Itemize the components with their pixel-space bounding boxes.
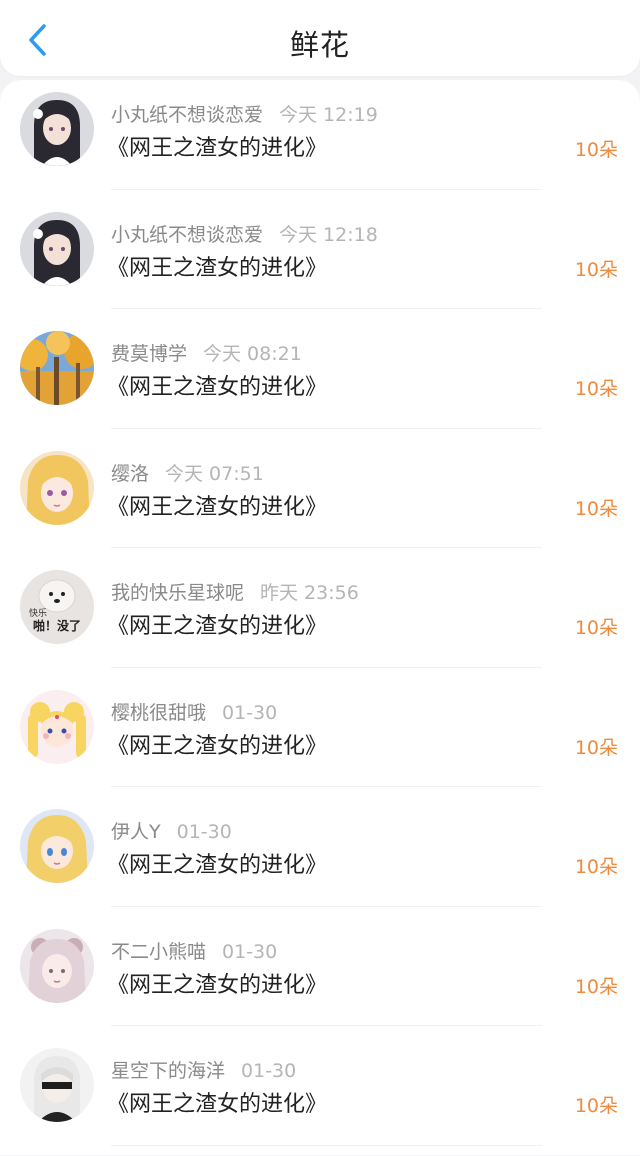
book-title[interactable]: 《网王之渣女的进化》: [107, 250, 327, 282]
timestamp: 01-30: [222, 940, 278, 963]
avatar[interactable]: 快乐 啪！没了: [20, 570, 94, 644]
divider: [111, 547, 542, 548]
flower-count: 10朵: [574, 497, 618, 520]
book-title[interactable]: 《网王之渣女的进化》: [107, 967, 327, 999]
timestamp: 今天 12:18: [279, 223, 378, 246]
divider: [111, 786, 542, 787]
username[interactable]: 不二小熊喵: [111, 941, 206, 963]
flower-count: 10朵: [574, 975, 618, 998]
item-meta: 缨洛 今天 07:51: [111, 459, 264, 486]
divider: [111, 1025, 542, 1026]
timestamp: 今天 08:21: [203, 343, 302, 365]
item-meta: 伊人Y 01-30: [111, 817, 232, 844]
book-title[interactable]: 《网王之渣女的进化》: [107, 608, 327, 640]
divider: [111, 905, 542, 907]
avatar[interactable]: [20, 1048, 94, 1122]
timestamp: 今天 07:51: [165, 462, 264, 485]
list-item[interactable]: 樱桃很甜哦 01-30 《网王之渣女的进化》 10朵: [0, 678, 640, 798]
timestamp: 01-30: [222, 701, 278, 724]
timestamp: 01-30: [176, 821, 232, 843]
username[interactable]: 我的快乐星球呢: [111, 582, 244, 604]
flower-count: 10朵: [574, 139, 618, 161]
list-item[interactable]: 伊人Y 01-30 《网王之渣女的进化》 10朵: [0, 797, 640, 917]
avatar[interactable]: [20, 928, 94, 1003]
item-meta: 我的快乐星球呢 昨天 23:56: [111, 578, 359, 605]
item-meta: 费莫博学 今天 08:21: [111, 339, 302, 366]
flower-count: 10朵: [574, 378, 618, 400]
list-item[interactable]: 不二小熊喵 01-30 《网王之渣女的进化》 10朵: [0, 917, 640, 1037]
divider: [111, 308, 542, 309]
header: 鲜花: [0, 0, 640, 76]
book-title[interactable]: 《网王之渣女的进化》: [107, 489, 327, 521]
username[interactable]: 费莫博学: [111, 343, 187, 365]
item-meta: 小丸纸不想谈恋爱 今天 12:19: [111, 100, 378, 127]
book-title[interactable]: 《网王之渣女的进化》: [107, 369, 327, 401]
timestamp: 01-30: [241, 1060, 297, 1082]
book-title[interactable]: 《网王之渣女的进化》: [107, 1086, 327, 1118]
avatar[interactable]: [20, 211, 94, 286]
divider: [111, 666, 542, 668]
flower-count: 10朵: [574, 1095, 618, 1117]
list-item[interactable]: 小丸纸不想谈恋爱 今天 12:18 《网王之渣女的进化》 10朵: [0, 200, 640, 320]
book-title[interactable]: 《网王之渣女的进化》: [107, 728, 327, 760]
divider: [111, 188, 542, 190]
username[interactable]: 星空下的海洋: [111, 1060, 225, 1082]
username[interactable]: 伊人Y: [111, 821, 161, 843]
page-title: 鲜花: [289, 28, 350, 62]
flower-count: 10朵: [574, 258, 618, 281]
avatar-caption: 快乐: [29, 607, 47, 619]
flower-list: 小丸纸不想谈恋爱 今天 12:19 《网王之渣女的进化》 10朵 小丸纸不想谈恋爱…: [0, 80, 640, 1155]
list-item[interactable]: 费莫博学 今天 08:21 《网王之渣女的进化》 10朵: [0, 319, 640, 439]
list-item[interactable]: 星空下的海洋 01-30 《网王之渣女的进化》 10朵: [0, 1036, 640, 1156]
username[interactable]: 小丸纸不想谈恋爱: [111, 224, 263, 246]
item-meta: 小丸纸不想谈恋爱 今天 12:18: [111, 220, 378, 247]
flower-count: 10朵: [574, 617, 618, 639]
flower-count: 10朵: [574, 856, 618, 878]
username[interactable]: 小丸纸不想谈恋爱: [111, 104, 263, 126]
book-title[interactable]: 《网王之渣女的进化》: [107, 847, 327, 879]
item-meta: 不二小熊喵 01-30: [111, 937, 277, 964]
item-meta: 星空下的海洋 01-30: [111, 1056, 296, 1083]
avatar[interactable]: [20, 450, 94, 525]
list-item[interactable]: 快乐 啪！没了 我的快乐星球呢 昨天 23:56 《网王之渣女的进化》 10朵: [0, 558, 640, 678]
book-title[interactable]: 《网王之渣女的进化》: [107, 130, 327, 162]
avatar[interactable]: [20, 92, 94, 166]
avatar[interactable]: [20, 689, 94, 764]
list-item[interactable]: 小丸纸不想谈恋爱 今天 12:19 《网王之渣女的进化》 10朵: [0, 80, 640, 200]
avatar-caption: 啪！没了: [33, 618, 81, 633]
timestamp: 昨天 23:56: [260, 582, 359, 604]
divider: [111, 1144, 542, 1146]
list-item[interactable]: 缨洛 今天 07:51 《网王之渣女的进化》 10朵: [0, 439, 640, 559]
avatar[interactable]: [20, 809, 94, 883]
item-meta: 樱桃很甜哦 01-30: [111, 698, 277, 725]
username[interactable]: 缨洛: [111, 463, 149, 485]
timestamp: 今天 12:19: [279, 104, 378, 126]
avatar[interactable]: [20, 331, 94, 405]
flower-count: 10朵: [574, 736, 618, 759]
username[interactable]: 樱桃很甜哦: [111, 702, 206, 724]
divider: [111, 427, 542, 429]
